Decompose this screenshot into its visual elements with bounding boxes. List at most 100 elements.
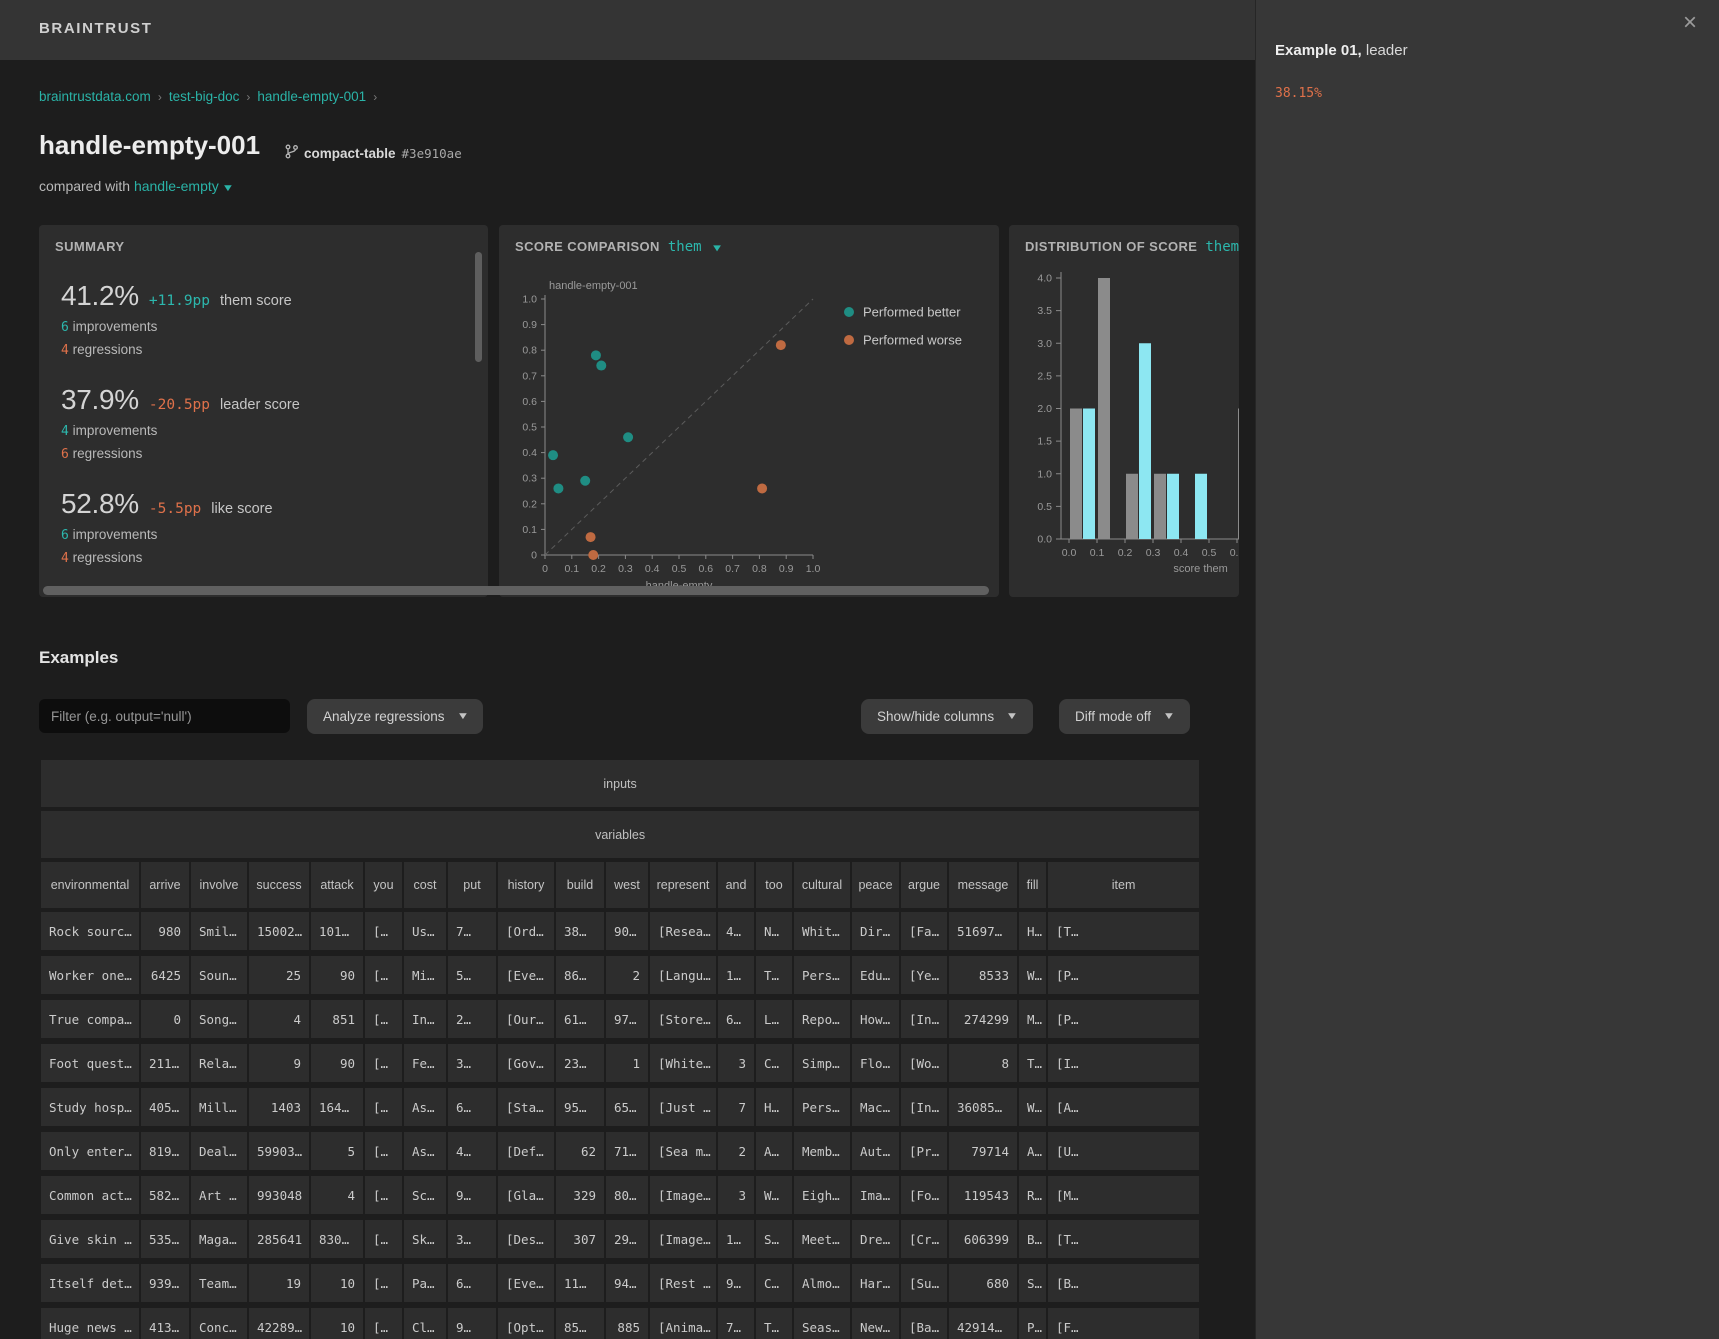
- table-cell[interactable]: […: [364, 1173, 403, 1217]
- table-cell[interactable]: 3: [717, 1041, 755, 1085]
- table-cell[interactable]: 51697…: [948, 910, 1018, 953]
- table-cell[interactable]: Us…: [403, 910, 447, 953]
- table-cell[interactable]: 65…: [605, 1085, 649, 1129]
- table-cell[interactable]: 101…: [310, 910, 364, 953]
- table-cell[interactable]: […: [364, 910, 403, 953]
- table-cell[interactable]: 535…: [140, 1217, 190, 1261]
- column-header[interactable]: argue: [900, 860, 948, 910]
- table-cell[interactable]: W…: [1018, 1085, 1047, 1129]
- table-cell[interactable]: Aut…: [851, 1129, 900, 1173]
- table-cell[interactable]: S…: [1018, 1261, 1047, 1305]
- column-header[interactable]: fill: [1018, 860, 1047, 910]
- table-cell[interactable]: 59903…: [248, 1129, 310, 1173]
- table-cell[interactable]: [Gla…: [497, 1173, 555, 1217]
- table-cell[interactable]: Simp…: [793, 1041, 851, 1085]
- table-cell[interactable]: 19: [248, 1261, 310, 1305]
- table-cell[interactable]: Deal…: [190, 1129, 248, 1173]
- hist-bar-comparison[interactable]: [1126, 474, 1138, 539]
- table-cell[interactable]: Edu…: [851, 953, 900, 997]
- table-cell[interactable]: [In…: [900, 997, 948, 1041]
- table-cell[interactable]: 94…: [605, 1261, 649, 1305]
- column-header[interactable]: put: [447, 860, 497, 910]
- table-cell[interactable]: W…: [1018, 953, 1047, 997]
- table-cell[interactable]: 62: [555, 1129, 605, 1173]
- column-header[interactable]: arrive: [140, 860, 190, 910]
- table-cell[interactable]: 7: [717, 1085, 755, 1129]
- table-cell[interactable]: R…: [1018, 1173, 1047, 1217]
- table-row[interactable]: Rock sourc…980Smil…15002…101…[…Us…7…[Ord…: [40, 910, 1199, 953]
- column-header[interactable]: history: [497, 860, 555, 910]
- table-cell[interactable]: Dre…: [851, 1217, 900, 1261]
- table-cell[interactable]: 830…: [310, 1217, 364, 1261]
- table-cell[interactable]: 5: [310, 1129, 364, 1173]
- table-cell[interactable]: [Resea…: [649, 910, 717, 953]
- table-row[interactable]: Huge news …413…Conc…42289…10[…Cl…9…[Opt……: [40, 1305, 1199, 1339]
- table-cell[interactable]: L…: [755, 997, 793, 1041]
- table-cell[interactable]: Repo…: [793, 997, 851, 1041]
- table-cell[interactable]: Smil…: [190, 910, 248, 953]
- table-cell[interactable]: [Pr…: [900, 1129, 948, 1173]
- table-cell[interactable]: 6…: [447, 1085, 497, 1129]
- close-icon[interactable]: ×: [1677, 10, 1703, 36]
- table-cell[interactable]: [Gov…: [497, 1041, 555, 1085]
- table-cell[interactable]: B…: [1018, 1217, 1047, 1261]
- table-cell[interactable]: Memb…: [793, 1129, 851, 1173]
- table-cell[interactable]: [A…: [1047, 1085, 1199, 1129]
- table-cell[interactable]: 7…: [717, 1305, 755, 1339]
- table-cell[interactable]: Common act…: [40, 1173, 140, 1217]
- table-cell[interactable]: 2: [717, 1129, 755, 1173]
- hist-bar-comparison[interactable]: [1238, 409, 1239, 540]
- table-row[interactable]: Itself det…939…Team…1910[…Pa…6…[Eve…11…9…: [40, 1261, 1199, 1305]
- table-cell[interactable]: […: [364, 1085, 403, 1129]
- table-cell[interactable]: 5…: [447, 953, 497, 997]
- table-row[interactable]: Study hosp…405…Mill…1403164…[…As…6…[Sta……: [40, 1085, 1199, 1129]
- show-hide-columns-button[interactable]: Show/hide columns▼: [861, 699, 1033, 734]
- table-cell[interactable]: [Ba…: [900, 1305, 948, 1339]
- table-cell[interactable]: 2…: [447, 997, 497, 1041]
- table-cell[interactable]: 8533: [948, 953, 1018, 997]
- table-cell[interactable]: Itself det…: [40, 1261, 140, 1305]
- distribution-selector-dropdown[interactable]: them: [1205, 239, 1239, 255]
- table-cell[interactable]: 42289…: [248, 1305, 310, 1339]
- table-cell[interactable]: […: [364, 1305, 403, 1339]
- table-cell[interactable]: 285641: [248, 1217, 310, 1261]
- scatter-point[interactable]: [580, 476, 590, 486]
- table-cell[interactable]: 9: [248, 1041, 310, 1085]
- column-header[interactable]: attack: [310, 860, 364, 910]
- table-cell[interactable]: 1: [605, 1041, 649, 1085]
- table-cell[interactable]: Huge news …: [40, 1305, 140, 1339]
- table-cell[interactable]: 15002…: [248, 910, 310, 953]
- table-cell[interactable]: As…: [403, 1129, 447, 1173]
- table-cell[interactable]: [Our…: [497, 997, 555, 1041]
- table-cell[interactable]: 6425: [140, 953, 190, 997]
- table-cell[interactable]: 90…: [605, 910, 649, 953]
- table-cell[interactable]: [In…: [900, 1085, 948, 1129]
- compared-with-dropdown[interactable]: handle-empty: [134, 178, 219, 194]
- table-cell[interactable]: 405…: [140, 1085, 190, 1129]
- breadcrumb-link[interactable]: braintrustdata.com: [39, 89, 151, 104]
- breadcrumb-link[interactable]: handle-empty-001: [257, 89, 366, 104]
- table-cell[interactable]: 606399: [948, 1217, 1018, 1261]
- table-cell[interactable]: [Su…: [900, 1261, 948, 1305]
- table-cell[interactable]: 86…: [555, 953, 605, 997]
- filter-input[interactable]: [39, 699, 290, 733]
- table-cell[interactable]: True compa…: [40, 997, 140, 1041]
- table-cell[interactable]: [Ye…: [900, 953, 948, 997]
- score-selector-dropdown[interactable]: them ▼: [668, 239, 720, 255]
- table-cell[interactable]: Har…: [851, 1261, 900, 1305]
- table-cell[interactable]: 25: [248, 953, 310, 997]
- scatter-point[interactable]: [586, 532, 596, 542]
- table-cell[interactable]: […: [364, 953, 403, 997]
- table-cell[interactable]: 79714: [948, 1129, 1018, 1173]
- table-cell[interactable]: Seas…: [793, 1305, 851, 1339]
- table-cell[interactable]: [Opt…: [497, 1305, 555, 1339]
- table-cell[interactable]: 980: [140, 910, 190, 953]
- table-cell[interactable]: T…: [1018, 1041, 1047, 1085]
- hist-bar-them[interactable]: [1139, 343, 1151, 539]
- table-cell[interactable]: 36085…: [948, 1085, 1018, 1129]
- table-cell[interactable]: Rela…: [190, 1041, 248, 1085]
- table-cell[interactable]: [Anima…: [649, 1305, 717, 1339]
- table-cell[interactable]: 680: [948, 1261, 1018, 1305]
- table-cell[interactable]: 97…: [605, 997, 649, 1041]
- column-header[interactable]: involve: [190, 860, 248, 910]
